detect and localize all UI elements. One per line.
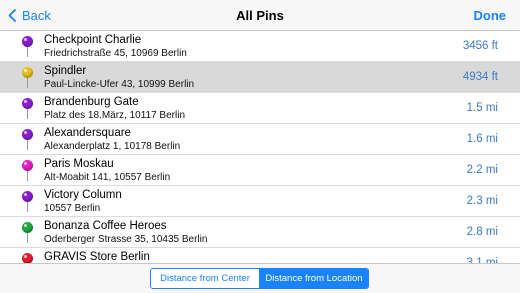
pin-address: Paul-Lincke-Ufer 43, 10999 Berlin bbox=[44, 79, 195, 90]
pin-name: Spindler bbox=[44, 65, 87, 77]
pin-address: Platz des 18.März, 10117 Berlin bbox=[44, 110, 186, 121]
map-pin-icon bbox=[22, 160, 34, 182]
pin-address: 10557 Berlin bbox=[44, 203, 101, 214]
map-pin-head bbox=[22, 67, 33, 78]
map-pin-needle bbox=[27, 232, 28, 243]
map-pin-icon bbox=[22, 222, 34, 244]
pin-row[interactable]: GRAVIS Store Berlin 3.1 mi bbox=[0, 248, 520, 263]
pin-row[interactable]: Victory Column 10557 Berlin 2.3 mi bbox=[0, 186, 520, 217]
map-pin-head bbox=[22, 222, 33, 233]
map-pin-needle bbox=[27, 201, 28, 212]
pin-row[interactable]: Paris Moskau Alt-Moabit 141, 10557 Berlin… bbox=[0, 155, 520, 186]
pin-list: Checkpoint Charlie Friedrichstraße 45, 10… bbox=[0, 31, 520, 263]
map-pin-head bbox=[22, 98, 33, 109]
segment-distance-from-center[interactable]: Distance from Center bbox=[151, 269, 260, 288]
distance-mode-segmented-control: Distance from Center Distance from Locat… bbox=[150, 268, 369, 289]
pin-address: Friedrichstraße 45, 10969 Berlin bbox=[44, 48, 187, 59]
map-pin-head bbox=[22, 129, 33, 140]
pin-distance: 1.5 mi bbox=[466, 102, 498, 114]
page-title: All Pins bbox=[236, 8, 284, 23]
map-pin-icon bbox=[22, 191, 34, 213]
map-pin-head bbox=[22, 36, 33, 47]
pin-distance: 2.3 mi bbox=[466, 195, 498, 207]
pin-distance: 2.2 mi bbox=[466, 164, 498, 176]
pin-address: Oderberger Strasse 35, 10435 Berlin bbox=[44, 234, 208, 245]
map-pin-needle bbox=[27, 139, 28, 150]
pin-name: Brandenburg Gate bbox=[44, 96, 139, 108]
pin-name: GRAVIS Store Berlin bbox=[44, 251, 150, 263]
pin-address: Alt-Moabit 141, 10557 Berlin bbox=[44, 172, 171, 183]
pin-distance: 3456 ft bbox=[462, 40, 498, 52]
pin-name: Bonanza Coffee Heroes bbox=[44, 220, 167, 232]
done-button[interactable]: Done bbox=[474, 0, 507, 31]
pin-distance: 2.8 mi bbox=[466, 226, 498, 238]
map-pin-head bbox=[22, 191, 33, 202]
pin-row[interactable]: Spindler Paul-Lincke-Ufer 43, 10999 Berli… bbox=[0, 62, 520, 93]
map-pin-needle bbox=[27, 77, 28, 88]
navigation-bar: Back All Pins Done bbox=[0, 0, 520, 31]
map-pin-head bbox=[22, 160, 33, 171]
map-pin-icon bbox=[22, 129, 34, 151]
pin-row[interactable]: Alexandersquare Alexanderplatz 1, 10178 B… bbox=[0, 124, 520, 155]
map-pin-icon bbox=[22, 253, 34, 263]
pin-distance: 4934 ft bbox=[462, 71, 498, 83]
map-pin-needle bbox=[27, 170, 28, 181]
bottom-toolbar: Distance from Center Distance from Locat… bbox=[0, 263, 520, 293]
pin-name: Victory Column bbox=[44, 189, 122, 201]
map-pin-needle bbox=[27, 108, 28, 119]
pin-name: Checkpoint Charlie bbox=[44, 34, 142, 46]
segment-distance-from-location[interactable]: Distance from Location bbox=[260, 269, 368, 288]
pin-row[interactable]: Brandenburg Gate Platz des 18.März, 10117… bbox=[0, 93, 520, 124]
pin-address: Alexanderplatz 1, 10178 Berlin bbox=[44, 141, 181, 152]
pin-row[interactable]: Checkpoint Charlie Friedrichstraße 45, 10… bbox=[0, 31, 520, 62]
map-pin-needle bbox=[27, 46, 28, 57]
map-pin-head bbox=[22, 253, 33, 263]
map-pin-icon bbox=[22, 67, 34, 89]
map-pin-icon bbox=[22, 98, 34, 120]
pin-name: Alexandersquare bbox=[44, 127, 131, 139]
map-pin-icon bbox=[22, 36, 34, 58]
pin-distance: 1.6 mi bbox=[466, 133, 498, 145]
pin-row[interactable]: Bonanza Coffee Heroes Oderberger Strasse … bbox=[0, 217, 520, 248]
pin-name: Paris Moskau bbox=[44, 158, 114, 170]
pin-distance: 3.1 mi bbox=[466, 257, 498, 263]
